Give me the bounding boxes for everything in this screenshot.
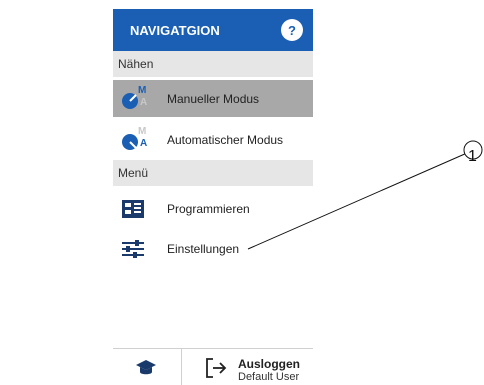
sidebar-item-programmieren[interactable]: Programmieren: [113, 190, 313, 227]
section-naehen: Nähen: [113, 51, 313, 77]
callout-number: 1: [468, 148, 477, 165]
program-icon: [122, 200, 144, 218]
settings-sliders-icon: [122, 240, 144, 258]
navigation-panel: NAVIGATGION ? Nähen M A Manueller Modus …: [113, 9, 313, 385]
mode-badge-m: M: [138, 126, 147, 137]
mode-badge-m: M: [138, 85, 147, 96]
sidebar-footer: Ausloggen Default User: [113, 348, 313, 385]
sidebar-item-manual-mode[interactable]: M A Manueller Modus: [113, 80, 313, 117]
navigation-header: NAVIGATGION ?: [113, 9, 313, 51]
section-label: Menü: [118, 166, 149, 180]
current-user-label: Default User: [238, 371, 300, 383]
logout-icon[interactable]: [204, 357, 228, 379]
navigation-title: NAVIGATGION: [130, 22, 220, 38]
sidebar-item-einstellungen[interactable]: Einstellungen: [113, 230, 313, 267]
graduation-cap-icon[interactable]: [135, 357, 157, 379]
footer-divider: [181, 349, 182, 385]
help-icon: ?: [288, 22, 296, 38]
help-button[interactable]: ?: [281, 19, 303, 41]
sidebar-item-label: Programmieren: [167, 201, 250, 216]
mode-badge-a: A: [140, 138, 148, 149]
section-label: Nähen: [118, 57, 154, 71]
sidebar-item-label: Automatischer Modus: [167, 132, 284, 147]
logout-button[interactable]: Ausloggen: [238, 357, 300, 371]
sidebar-item-automatic-mode[interactable]: M A Automatischer Modus: [113, 121, 313, 158]
mode-badge-a: A: [140, 97, 148, 108]
section-menue: Menü: [113, 160, 313, 186]
sidebar-item-label: Manueller Modus: [167, 91, 260, 106]
sidebar-item-label: Einstellungen: [167, 241, 240, 256]
